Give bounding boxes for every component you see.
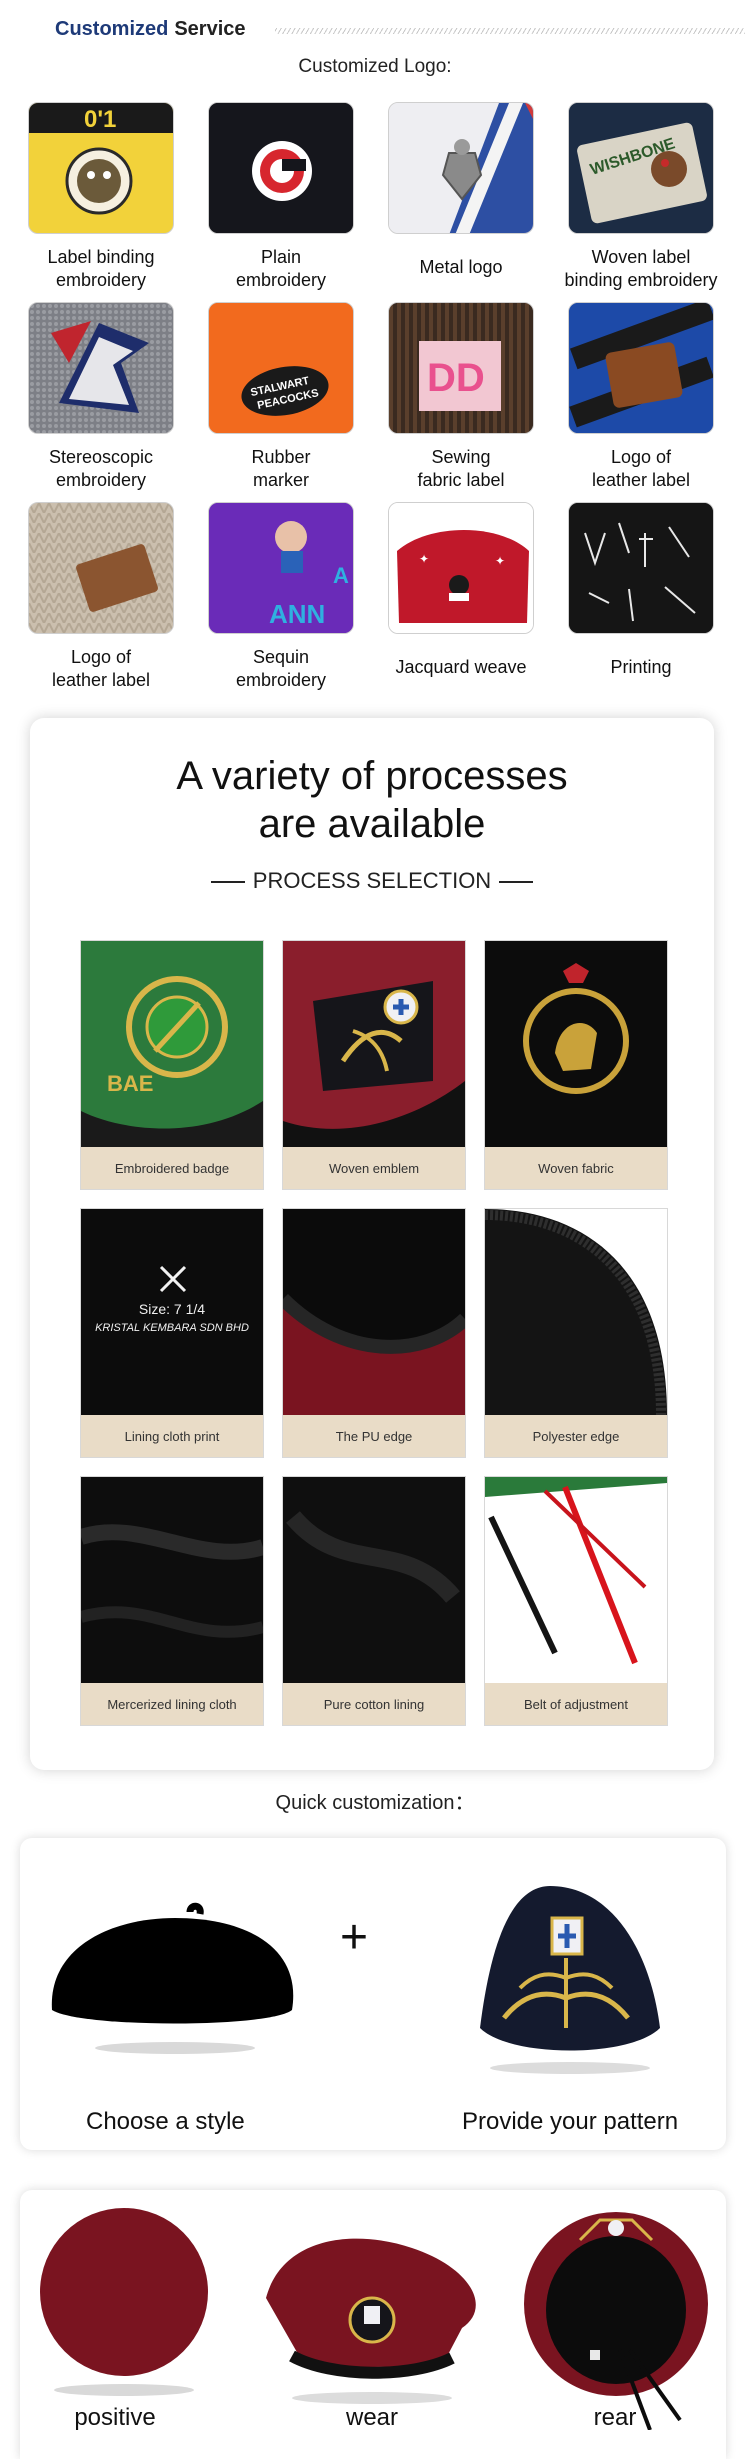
lining-print-icon: Size: 7 1/4 KRISTAL KEMBARA SDN BHD	[81, 1209, 263, 1415]
svg-text:BAE: BAE	[107, 1071, 153, 1096]
header-title-primary: Customized	[55, 17, 169, 40]
view-label-positive: positive	[74, 2404, 156, 2431]
product-detail-page: Customized Service Customized Logo: 0'1 …	[0, 0, 750, 2459]
logo-option-label: Logo of leather label	[591, 447, 691, 490]
process-option-label: Belt of adjustment	[485, 1683, 667, 1725]
logo-option-label: Metal logo	[419, 257, 503, 277]
process-option-label: The PU edge	[283, 1415, 465, 1457]
quick-customization-card: + Choose a style Provide your pattern	[20, 1838, 726, 2150]
process-option[interactable]: Woven emblem	[282, 940, 466, 1190]
lining-print-company: KRISTAL KEMBARA SDN BHD	[95, 1322, 249, 1334]
cotton-lining-icon	[283, 1477, 465, 1683]
leather-patch-blue-stripes-icon	[568, 302, 714, 434]
logo-option[interactable]: STALWART PEACOCKS Rubber marker	[196, 302, 366, 492]
yellow-knit-embroidered-patch-icon: 0'1	[28, 102, 174, 234]
logo-option-label: Printing	[610, 657, 672, 677]
process-heading-line2: are available	[258, 802, 486, 846]
maroon-beret-woven-emblem-icon	[283, 941, 465, 1147]
process-option[interactable]: Size: 7 1/4 KRISTAL KEMBARA SDN BHD Lini…	[80, 1208, 264, 1458]
step-provide-pattern: Provide your pattern	[462, 2108, 679, 2135]
logo-option[interactable]: 0'1 Label binding embroidery	[16, 102, 186, 292]
process-option[interactable]: Pure cotton lining	[282, 1476, 466, 1726]
woven-patch-turkey-icon: WISHBONE	[568, 102, 714, 234]
logo-option-label: Woven label binding embroidery	[564, 247, 718, 290]
header-title-secondary: Service	[174, 17, 246, 40]
beret-style-icon	[40, 1898, 300, 2058]
subheading-rule-left	[210, 881, 245, 884]
black-beanie-plain-embroidery-icon	[208, 102, 354, 234]
process-card: A variety of processes are available PRO…	[30, 718, 714, 1770]
logo-option-label: Label binding embroidery	[47, 247, 155, 290]
process-option-label: Woven fabric	[485, 1147, 667, 1189]
logo-option[interactable]: ✦ ✦ Jacquard weave	[376, 502, 546, 679]
logo-option[interactable]: WISHBONE Woven label binding embroidery	[556, 102, 726, 292]
section-header: Customized Service	[55, 14, 745, 44]
process-option[interactable]: Mercerized lining cloth	[80, 1476, 264, 1726]
logo-option[interactable]: Plain embroidery	[196, 102, 366, 292]
step-choose-style: Choose a style	[86, 2108, 245, 2135]
pattern-emblem-icon	[440, 1878, 680, 2078]
svg-text:0'1: 0'1	[84, 106, 116, 133]
svg-text:A: A	[333, 563, 349, 588]
process-option[interactable]: Belt of adjustment	[484, 1476, 668, 1726]
mercerized-lining-icon	[81, 1477, 263, 1683]
quick-customization-title: Quick customization：	[275, 1792, 475, 1814]
process-option[interactable]: Woven fabric	[484, 940, 668, 1190]
customized-logo-title: Customized Logo:	[298, 56, 452, 77]
lining-print-size: Size: 7 1/4	[138, 1301, 206, 1317]
process-option[interactable]: BAE Embroidered badge	[80, 940, 264, 1190]
process-option-label: Embroidered badge	[81, 1147, 263, 1189]
process-option-label: Mercerized lining cloth	[81, 1683, 263, 1725]
metal-badge-on-striped-knit-icon	[388, 102, 534, 234]
beret-worn-icon	[252, 2208, 492, 2408]
3d-embroidered-logo-icon	[28, 302, 174, 434]
beret-front-icon	[30, 2204, 220, 2404]
logo-option-label: Sequin embroidery	[235, 647, 327, 690]
process-option-label: Pure cotton lining	[283, 1683, 465, 1725]
process-option-label: Polyester edge	[485, 1415, 667, 1457]
logo-option-label: Plain embroidery	[235, 247, 327, 290]
green-beret-embroidered-badge-icon: BAE	[81, 941, 263, 1147]
view-label-wear: wear	[345, 2404, 399, 2431]
logo-option[interactable]: ANN A Sequin embroidery	[196, 502, 366, 692]
logo-option-label: Rubber marker	[251, 447, 311, 490]
svg-text:✦: ✦	[495, 554, 505, 568]
adjustment-belt-icon	[485, 1477, 667, 1683]
process-heading-line1: A variety of processes	[176, 754, 568, 798]
plus-sign: +	[340, 1911, 369, 1964]
logo-option-label: Stereoscopic embroidery	[48, 447, 154, 490]
process-subheading-text: PROCESS SELECTION	[252, 868, 492, 893]
process-option[interactable]: Polyester edge	[484, 1208, 668, 1458]
beret-rear-icon	[520, 2200, 720, 2430]
logo-option[interactable]: Stereoscopic embroidery	[16, 302, 186, 492]
svg-text:✦: ✦	[419, 552, 429, 566]
beret-views-card: positive wear rear	[20, 2190, 726, 2459]
process-option-label: Lining cloth print	[81, 1415, 263, 1457]
pink-fabric-label-icon: DD	[388, 302, 534, 434]
logo-option-label: Sewing fabric label	[417, 447, 505, 490]
polyester-edge-icon	[485, 1209, 667, 1415]
process-subheading: PROCESS SELECTION	[30, 868, 714, 894]
red-jacquard-knit-icon: ✦ ✦	[388, 502, 534, 634]
logo-option[interactable]: DD Sewing fabric label	[376, 302, 546, 492]
logo-option[interactable]: Printing	[556, 502, 726, 679]
logo-option-label: Jacquard weave	[395, 657, 527, 677]
logo-option-label: Logo of leather label	[51, 647, 151, 690]
svg-text:ANN: ANN	[269, 599, 325, 629]
process-option-label: Woven emblem	[283, 1147, 465, 1189]
sequin-purple-beanie-icon: ANN A	[208, 502, 354, 634]
logo-option[interactable]: Logo of leather label	[556, 302, 726, 492]
svg-text:DD: DD	[427, 356, 485, 400]
logo-option[interactable]: Metal logo	[376, 102, 546, 279]
rubber-patch-orange-icon: STALWART PEACOCKS	[208, 302, 354, 434]
header-divider	[275, 28, 745, 34]
process-option[interactable]: The PU edge	[282, 1208, 466, 1458]
black-printed-beanie-icon	[568, 502, 714, 634]
leather-patch-beige-knit-icon	[28, 502, 174, 634]
pu-edge-icon	[283, 1209, 465, 1415]
subheading-rule-right	[499, 881, 534, 884]
logo-option[interactable]: Logo of leather label	[16, 502, 186, 692]
view-label-rear: rear	[593, 2404, 637, 2431]
black-beret-lion-crest-icon	[485, 941, 667, 1147]
